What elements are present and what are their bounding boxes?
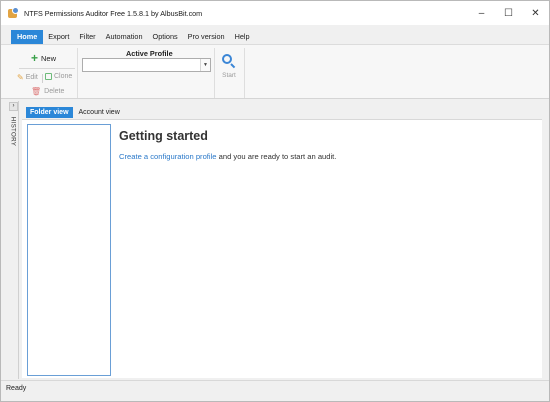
search-icon: [222, 54, 236, 69]
delete-label: Delete: [44, 88, 65, 95]
active-profile-dropdown[interactable]: ▼: [82, 58, 211, 72]
chevron-down-icon[interactable]: ▼: [200, 59, 210, 71]
title-bar: NTFS Permissions Auditor Free 1.5.8.1 by…: [1, 1, 549, 25]
ribbon-separator: [244, 48, 245, 98]
expand-history-button[interactable]: ›: [9, 102, 18, 111]
history-label: HISTORY: [9, 116, 17, 147]
ribbon: + New ✎ Edit Clone 🗑 Delete Active Profi…: [1, 44, 549, 99]
create-profile-link[interactable]: Create a configuration profile: [119, 152, 217, 161]
view-tabs: Folder view Account view: [26, 106, 126, 119]
menu-help[interactable]: Help: [230, 30, 255, 44]
clone-profile-button[interactable]: Clone: [45, 73, 72, 80]
active-profile-label: Active Profile: [126, 49, 173, 58]
ribbon-separator: [77, 48, 78, 98]
app-window: NTFS Permissions Auditor Free 1.5.8.1 by…: [0, 0, 550, 402]
window-title: NTFS Permissions Auditor Free 1.5.8.1 by…: [24, 8, 203, 18]
maximize-button[interactable]: ☐: [495, 1, 522, 25]
menu-home[interactable]: Home: [11, 30, 44, 44]
new-profile-button[interactable]: + New: [31, 51, 57, 65]
main-content: Getting started Create a configuration p…: [22, 119, 542, 378]
new-label: New: [41, 53, 57, 63]
menu-options[interactable]: Options: [148, 30, 183, 44]
clone-label: Clone: [54, 73, 73, 80]
page-title: Getting started: [119, 129, 208, 143]
start-audit-button[interactable]: Start: [218, 54, 240, 79]
status-bar: Ready: [1, 380, 549, 401]
intro-rest-text: and you are ready to start an audit.: [216, 152, 337, 161]
menu-bar: Home Export Filter Automation Options Pr…: [1, 30, 549, 44]
window-controls: – ☐ ✕: [468, 1, 549, 25]
pencil-icon: ✎: [17, 73, 24, 82]
minimize-button[interactable]: –: [468, 1, 495, 25]
menu-automation[interactable]: Automation: [101, 30, 148, 44]
folder-tree-panel[interactable]: [27, 124, 111, 376]
status-text: Ready: [6, 385, 27, 392]
ribbon-separator: [214, 48, 215, 98]
menu-pro-version[interactable]: Pro version: [183, 30, 230, 44]
tab-account-view[interactable]: Account view: [75, 107, 124, 118]
tab-folder-view[interactable]: Folder view: [26, 107, 73, 118]
menu-export[interactable]: Export: [43, 30, 74, 44]
edit-label: Edit: [25, 74, 38, 81]
app-logo-icon: [8, 7, 20, 19]
ribbon-divider: [42, 74, 43, 83]
ribbon-divider: [19, 68, 75, 69]
history-panel-collapsed[interactable]: › HISTORY: [8, 101, 19, 379]
close-button[interactable]: ✕: [522, 1, 549, 25]
trash-icon: 🗑: [31, 87, 42, 96]
plus-icon: +: [31, 51, 39, 65]
intro-text: Create a configuration profile and you a…: [119, 152, 336, 161]
clone-icon: [45, 73, 52, 80]
menu-filter[interactable]: Filter: [74, 30, 100, 44]
start-label: Start: [222, 72, 236, 79]
edit-profile-button[interactable]: ✎ Edit: [17, 73, 38, 82]
delete-profile-button[interactable]: 🗑 Delete: [31, 87, 64, 96]
